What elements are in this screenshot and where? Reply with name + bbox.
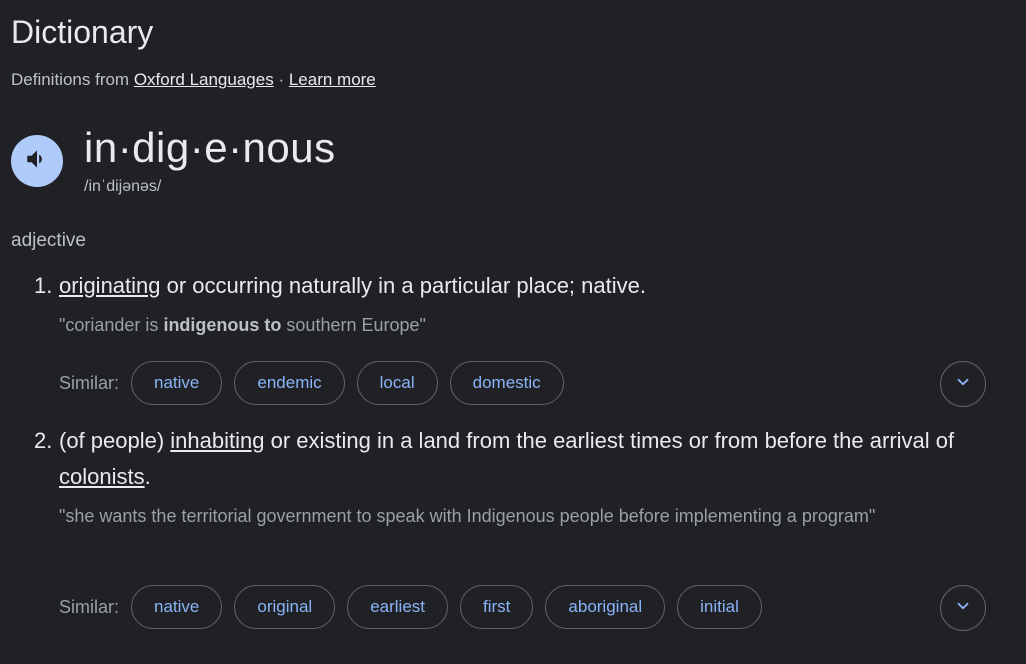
expand-similar-button-1[interactable] [940, 361, 986, 407]
source-separator: · [273, 70, 289, 89]
similar-chip-local[interactable]: local [356, 361, 438, 405]
similar-chip-original[interactable]: original [234, 585, 336, 629]
pronounce-button[interactable] [11, 135, 63, 187]
headword: in·dig·e·nous [84, 124, 336, 171]
definition-text: or existing in a land from the earliest … [264, 428, 955, 453]
definition-number: 2. [34, 428, 53, 453]
definition-text: (of people) [59, 428, 171, 453]
phonetic: /inˈdijənəs/ [84, 178, 162, 195]
example-2: "she wants the territorial government to… [59, 506, 876, 526]
similar-chip-native[interactable]: native [131, 361, 223, 405]
definition-number: 1. [34, 273, 53, 298]
learn-more-link[interactable]: Learn more [289, 70, 376, 89]
similar-chip-aboriginal[interactable]: aboriginal [545, 585, 666, 629]
similar-chip-native[interactable]: native [131, 585, 223, 629]
dictionary-title: Dictionary [11, 14, 154, 50]
oxford-languages-link[interactable]: Oxford Languages [134, 70, 274, 89]
definition-text: or occurring naturally in a particular p… [160, 273, 646, 298]
similar-chip-initial[interactable]: initial [677, 585, 762, 629]
definition-text: . [144, 464, 151, 489]
chevron-down-icon [954, 373, 972, 396]
example-1: "coriander is indigenous to southern Eur… [59, 309, 959, 341]
similar-label: Similar: [59, 596, 120, 617]
similar-label: Similar: [59, 372, 120, 393]
example-bold: indigenous to [163, 315, 282, 335]
colonists-link[interactable]: colonists [59, 464, 145, 489]
inhabiting-link[interactable]: inhabiting [170, 428, 264, 453]
similar-row-2: Similar: native original earliest first … [59, 585, 774, 629]
definition-1: 1. originating or occurring naturally in… [34, 268, 974, 304]
source-line: Definitions from Oxford Languages · Lear… [11, 70, 376, 90]
example-text: "coriander is [59, 315, 164, 335]
speaker-icon [24, 146, 50, 177]
similar-row-1: Similar: native endemic local domestic [59, 361, 576, 405]
similar-chip-earliest[interactable]: earliest [347, 585, 449, 629]
expand-similar-button-2[interactable] [940, 585, 986, 631]
originating-link[interactable]: originating [59, 273, 161, 298]
part-of-speech: adjective [11, 230, 86, 251]
example-text: southern Europe" [281, 315, 426, 335]
chevron-down-icon [954, 597, 972, 620]
definition-2: 2. (of people) inhabiting or existing in… [34, 423, 974, 495]
similar-chip-first[interactable]: first [460, 585, 534, 629]
similar-chip-endemic[interactable]: endemic [234, 361, 345, 405]
similar-chip-domestic[interactable]: domestic [449, 361, 564, 405]
source-prefix: Definitions from [11, 70, 134, 89]
